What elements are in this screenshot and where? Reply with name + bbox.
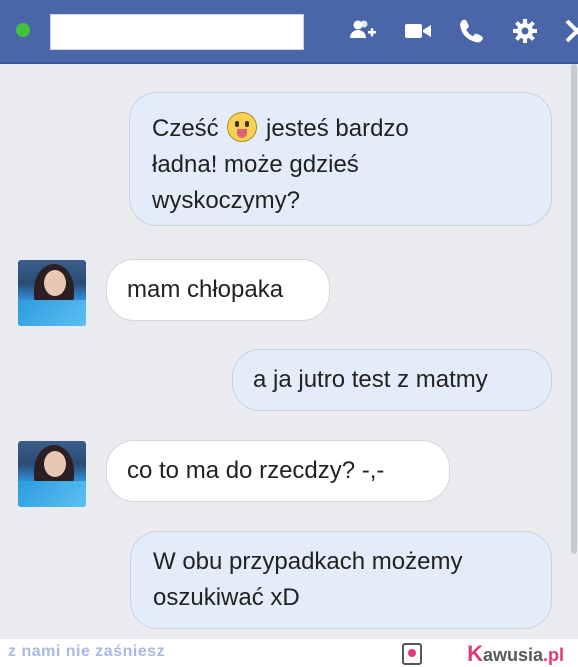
close-icon[interactable] <box>562 16 578 46</box>
brand-name: awusia <box>482 645 543 665</box>
message-line: ładna! może gdzieś <box>152 151 359 178</box>
online-status-dot <box>16 23 30 37</box>
message-line: oszukiwać xD <box>153 584 300 611</box>
chat-header <box>0 0 578 64</box>
message-line: Cześć jesteś bardzo <box>152 111 529 147</box>
phone-icon[interactable] <box>456 16 486 46</box>
message-line: wyskoczymy? <box>152 187 301 214</box>
footer-brand: Kawusia.pl <box>467 641 564 667</box>
message-bubble-outgoing: Cześć jesteś bardzo ładna! może gdzieś w… <box>129 92 552 226</box>
video-call-icon[interactable] <box>403 16 433 46</box>
message-text: Cześć <box>152 115 226 142</box>
contact-avatar[interactable] <box>18 260 86 326</box>
footer-slogan: z nami nie zaśniesz <box>8 643 166 660</box>
message-text: a ja jutro test z matmy <box>253 366 488 393</box>
message-bubble-incoming: co to ma do rzecdzy? -,- <box>106 440 450 502</box>
message-bubble-incoming: mam chłopaka <box>106 259 330 321</box>
coffee-cup-icon <box>402 643 422 665</box>
message-bubble-outgoing: a ja jutro test z matmy <box>232 349 552 411</box>
scrollbar-thumb[interactable] <box>571 64 577 554</box>
message-line: W obu przypadkach możemy <box>153 548 463 575</box>
message-text: co to ma do rzecdzy? -,- <box>127 457 385 484</box>
message-list: Cześć jesteś bardzo ładna! może gdzieś w… <box>0 64 578 639</box>
message-text: jesteś bardzo <box>259 115 409 142</box>
message-bubble-outgoing: W obu przypadkach możemy oszukiwać xD <box>130 531 552 629</box>
watermark-footer: z nami nie zaśniesz Kawusia.pl <box>0 639 578 667</box>
tongue-out-emoji-icon <box>227 112 258 142</box>
brand-tld: .pl <box>543 645 564 665</box>
add-people-icon[interactable] <box>347 16 377 46</box>
contact-name-field[interactable] <box>50 14 304 50</box>
chat-scrollbar[interactable] <box>570 64 578 639</box>
contact-avatar[interactable] <box>18 441 86 507</box>
message-text: mam chłopaka <box>127 276 284 303</box>
brand-letter: K <box>467 641 483 666</box>
gear-icon[interactable] <box>510 16 540 46</box>
